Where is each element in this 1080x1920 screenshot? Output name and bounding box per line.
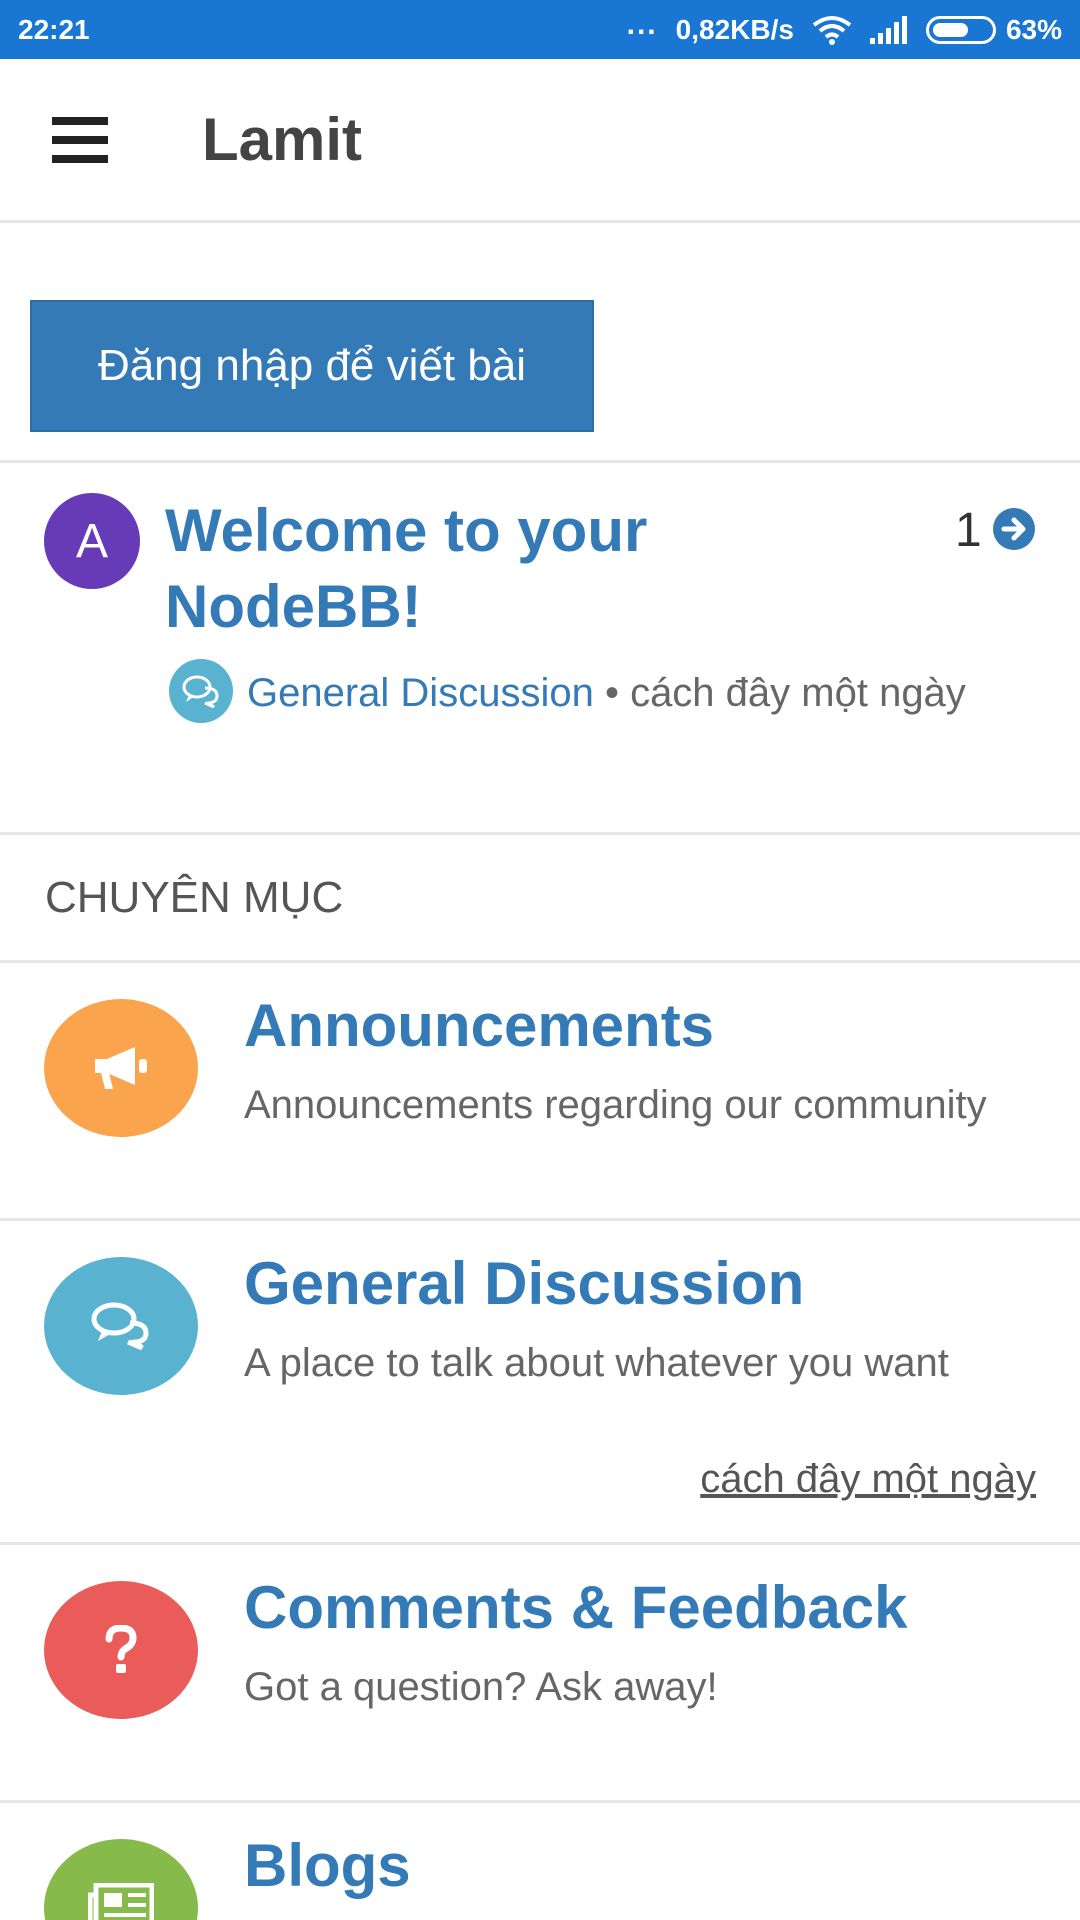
- chat-bubbles-icon: [169, 659, 233, 724]
- category-general-discussion[interactable]: General Discussion A place to talk about…: [0, 1221, 1080, 1545]
- status-time: 22:21: [18, 13, 90, 45]
- login-to-post-button[interactable]: Đăng nhập để viết bài: [30, 300, 594, 432]
- menu-button[interactable]: [0, 58, 160, 222]
- question-icon: [105, 1625, 137, 1673]
- category-icon[interactable]: [44, 1581, 198, 1719]
- category-icon[interactable]: [44, 999, 198, 1137]
- topic-meta: General Discussion • cách đây một ngày: [165, 653, 1025, 733]
- topic-category-link[interactable]: General Discussion: [247, 671, 594, 715]
- category-icon[interactable]: [44, 1839, 198, 1920]
- login-section: Đăng nhập để viết bài: [0, 223, 1080, 463]
- category-announcements[interactable]: Announcements Announcements regarding ou…: [0, 963, 1080, 1221]
- signal-icon: [869, 15, 908, 44]
- megaphone-icon: [95, 1047, 147, 1089]
- category-description: Got a question? Ask away!: [244, 1665, 718, 1709]
- category-name[interactable]: Blogs: [244, 1831, 411, 1900]
- category-comments-feedback[interactable]: Comments & Feedback Got a question? Ask …: [0, 1545, 1080, 1803]
- app-title: Lamit: [202, 106, 363, 173]
- topic-item[interactable]: A Welcome to your NodeBB! 1 General Disc…: [0, 463, 1080, 835]
- category-last-activity-link[interactable]: cách đây một ngày: [700, 1457, 1036, 1502]
- app-bar: Lamit: [0, 59, 1080, 223]
- category-name[interactable]: General Discussion: [244, 1249, 804, 1318]
- newspaper-icon: [88, 1883, 154, 1920]
- battery-icon: 63%: [925, 13, 1062, 46]
- category-name[interactable]: Announcements: [244, 991, 714, 1060]
- topic-title[interactable]: Welcome to your NodeBB!: [165, 493, 785, 645]
- category-description: Announcements regarding our community: [244, 1083, 987, 1127]
- category-blogs[interactable]: Blogs: [0, 1803, 1080, 1920]
- wifi-icon: [812, 15, 852, 45]
- network-speed: 0,82KB/s: [675, 13, 794, 45]
- categories-header: CHUYÊN MỤC: [0, 835, 1080, 963]
- category-icon[interactable]: [44, 1257, 198, 1395]
- hamburger-menu-icon: [52, 116, 108, 163]
- battery-percent: 63%: [1005, 13, 1062, 45]
- arrow-right-circle-icon[interactable]: [993, 508, 1035, 550]
- category-description: A place to talk about whatever you want: [244, 1341, 949, 1385]
- status-more-dots: ...: [626, 7, 658, 41]
- chat-bubbles-icon: [91, 1302, 149, 1351]
- post-count: 1: [955, 504, 982, 557]
- avatar[interactable]: A: [44, 493, 140, 589]
- status-bar: 22:21 ... 0,82KB/s 63%: [0, 0, 1080, 59]
- category-name[interactable]: Comments & Feedback: [244, 1573, 908, 1642]
- topic-time: cách đây một ngày: [630, 671, 966, 715]
- meta-separator: •: [593, 671, 631, 715]
